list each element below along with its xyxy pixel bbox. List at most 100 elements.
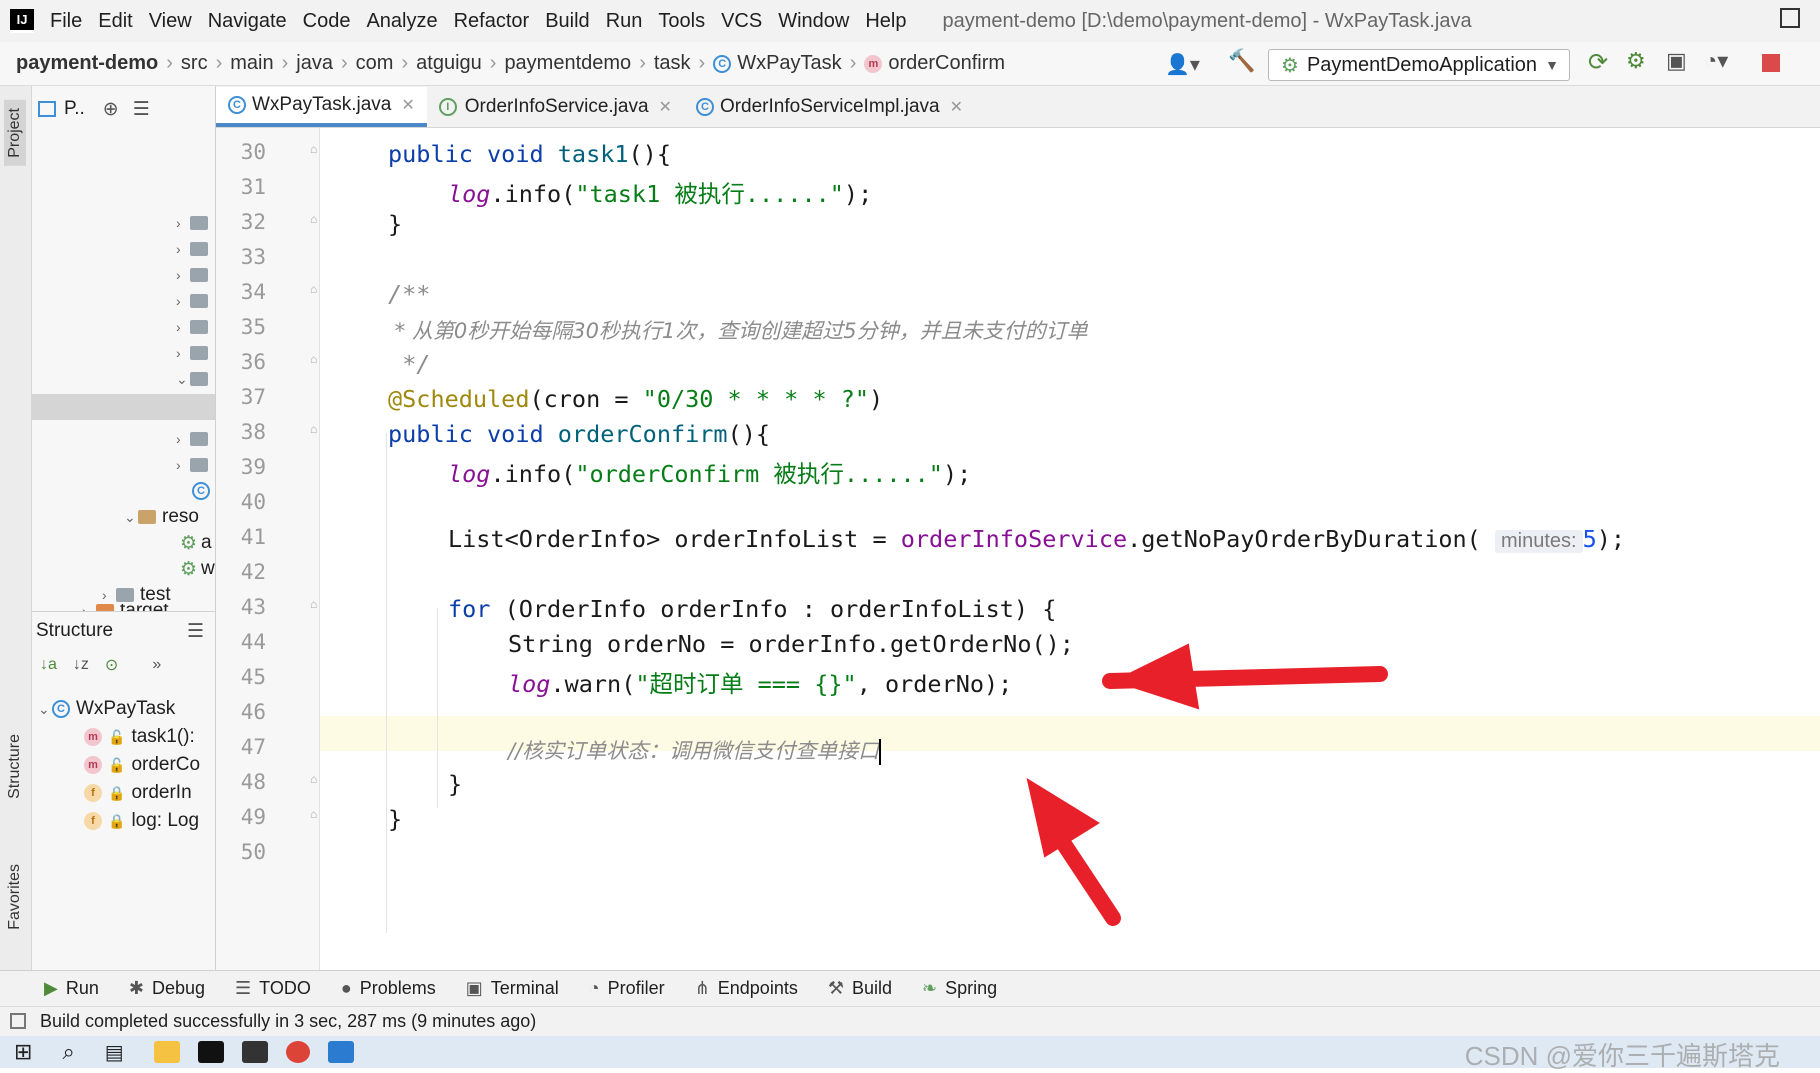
tree-row[interactable]: › xyxy=(176,262,214,288)
rerun-icon[interactable]: ⟳ xyxy=(1588,48,1608,77)
structure-member[interactable]: f 🔒 log: Log xyxy=(84,808,199,834)
status-toggle-icon[interactable] xyxy=(10,1013,26,1029)
menu-file[interactable]: File xyxy=(50,10,82,33)
collapse-all-icon[interactable]: ☰ xyxy=(133,98,150,121)
favorites-tool-tab[interactable]: Favorites xyxy=(4,856,26,938)
structure-member[interactable]: m 🔓 orderCo xyxy=(84,752,200,778)
selected-tree-row[interactable] xyxy=(32,394,215,420)
close-tab-icon[interactable]: ✕ xyxy=(659,97,672,117)
tree-row[interactable]: C xyxy=(192,478,215,504)
tree-row-target[interactable]: ›target xyxy=(82,604,169,611)
build-hammer-icon[interactable]: 🔨 xyxy=(1228,48,1255,74)
tree-row[interactable]: › xyxy=(176,288,214,314)
more-icon[interactable]: » xyxy=(152,656,161,674)
todo-tool-button[interactable]: ☰ TODO xyxy=(235,978,311,999)
tab-orderinfoservice[interactable]: I OrderInfoService.java ✕ xyxy=(427,87,684,127)
breadcrumb-atguigu[interactable]: atguigu xyxy=(416,52,482,75)
debug-icon[interactable]: ⚙ xyxy=(1626,48,1646,74)
project-view-icon[interactable] xyxy=(38,101,56,117)
menu-navigate[interactable]: Navigate xyxy=(208,10,287,33)
profiler-tool-button[interactable]: ◔ Profiler xyxy=(589,978,665,999)
tree-row-config-file[interactable]: ⚙ w xyxy=(180,556,215,582)
run-tool-button[interactable]: ▶ Run xyxy=(44,978,99,999)
fold-marker-icon[interactable]: ⌂ xyxy=(310,212,317,226)
breadcrumb-com[interactable]: com xyxy=(356,52,394,75)
menu-code[interactable]: Code xyxy=(303,10,351,33)
menu-refactor[interactable]: Refactor xyxy=(454,10,530,33)
breadcrumb-task[interactable]: task xyxy=(654,52,691,75)
tab-orderinfoserviceimpl[interactable]: C OrderInfoServiceImpl.java ✕ xyxy=(684,87,975,127)
maximize-window-icon[interactable] xyxy=(1780,8,1800,28)
spring-tool-button[interactable]: ❧ Spring xyxy=(922,978,997,999)
windows-start-icon[interactable]: ⊞ xyxy=(14,1039,32,1065)
fold-marker-icon[interactable]: ⌂ xyxy=(310,597,317,611)
line-number: 47 xyxy=(240,735,266,759)
menu-help[interactable]: Help xyxy=(865,10,906,33)
tree-row[interactable]: › xyxy=(176,236,214,262)
fold-marker-icon[interactable]: ⌂ xyxy=(310,142,317,156)
sort-alpha-icon[interactable]: ↓a xyxy=(40,656,57,674)
fold-marker-icon[interactable]: ⌂ xyxy=(310,422,317,436)
structure-toolbar: ↓a ↓z ⊙ » xyxy=(40,652,161,678)
structure-root[interactable]: ⌄ C WxPayTask xyxy=(38,696,175,722)
build-tool-button[interactable]: ⚒ Build xyxy=(828,978,892,999)
menu-vcs[interactable]: VCS xyxy=(721,10,762,33)
locate-icon[interactable]: ⊕ xyxy=(103,98,119,121)
menu-tools[interactable]: Tools xyxy=(658,10,705,33)
close-tab-icon[interactable]: ✕ xyxy=(401,95,414,115)
breadcrumb-main[interactable]: main xyxy=(230,52,273,75)
tab-wxpaytask[interactable]: C WxPayTask.java ✕ xyxy=(216,87,427,127)
search-icon[interactable]: ⌕ xyxy=(62,1039,74,1065)
project-tool-tab[interactable]: Project xyxy=(4,100,26,166)
debug-tool-button[interactable]: ✱ Debug xyxy=(129,978,205,999)
tree-row[interactable]: › xyxy=(176,314,214,340)
sort-visibility-icon[interactable]: ↓z xyxy=(73,656,89,674)
project-panel-title[interactable]: P.. xyxy=(64,98,85,120)
structure-options-icon[interactable]: ☰ xyxy=(187,620,204,643)
close-tab-icon[interactable]: ✕ xyxy=(950,97,963,117)
file-explorer-icon[interactable] xyxy=(153,1041,180,1063)
coverage-icon[interactable]: ▣ xyxy=(1666,48,1687,74)
tree-row-config-file[interactable]: ⚙ a xyxy=(180,530,212,556)
run-configuration-selector[interactable]: ⚙ PaymentDemoApplication ▼ xyxy=(1268,49,1570,81)
tree-row-resources[interactable]: ⌄ reso xyxy=(124,504,199,530)
intellij-taskbar-icon[interactable] xyxy=(197,1041,224,1063)
breadcrumb-src[interactable]: src xyxy=(181,52,208,75)
tree-row[interactable]: › xyxy=(176,340,214,366)
fold-marker-icon[interactable]: ⌂ xyxy=(310,352,317,366)
menu-analyze[interactable]: Analyze xyxy=(366,10,437,33)
stop-icon[interactable] xyxy=(1762,54,1780,72)
tree-row[interactable]: › xyxy=(176,452,214,478)
menu-build[interactable]: Build xyxy=(545,10,589,33)
chrome-icon[interactable] xyxy=(285,1041,310,1063)
menu-window[interactable]: Window xyxy=(778,10,849,33)
show-inherited-icon[interactable]: ⊙ xyxy=(105,655,118,675)
structure-panel: Structure ☰ ↓a ↓z ⊙ » ⌄ C WxPayTask m 🔓 task… xyxy=(32,611,216,971)
breadcrumb-method[interactable]: orderConfirm xyxy=(888,52,1005,75)
tree-row[interactable]: › xyxy=(176,210,214,236)
tree-row[interactable]: ⌄ xyxy=(176,366,214,392)
breadcrumb-paymentdemo[interactable]: paymentdemo xyxy=(504,52,631,75)
menu-edit[interactable]: Edit xyxy=(98,10,132,33)
terminal-tool-button[interactable]: ▣ Terminal xyxy=(466,978,559,999)
structure-tool-tab[interactable]: Structure xyxy=(4,726,26,807)
user-icon[interactable]: 👤▾ xyxy=(1165,52,1200,77)
problems-tool-button[interactable]: ● Problems xyxy=(341,978,436,999)
menu-run[interactable]: Run xyxy=(606,10,643,33)
tree-row[interactable]: › xyxy=(176,426,214,452)
profiler-icon[interactable]: ◔▾ xyxy=(1704,48,1728,74)
breadcrumb-java[interactable]: java xyxy=(296,52,333,75)
breadcrumb-class[interactable]: WxPayTask xyxy=(737,52,841,75)
fold-marker-icon[interactable]: ⌂ xyxy=(310,807,317,821)
endpoints-tool-button[interactable]: ⋔ Endpoints xyxy=(695,978,798,999)
cmd-icon[interactable] xyxy=(241,1041,268,1063)
menu-view[interactable]: View xyxy=(149,10,192,33)
fold-marker-icon[interactable]: ⌂ xyxy=(310,772,317,786)
breadcrumb-project[interactable]: payment-demo xyxy=(16,52,158,75)
structure-member[interactable]: m 🔓 task1(): xyxy=(84,724,195,750)
structure-member[interactable]: f 🔒 orderIn xyxy=(84,780,192,806)
code-editor[interactable]: public void task1(){ log.info("task1 被执行… xyxy=(320,128,1820,970)
vscode-icon[interactable] xyxy=(327,1041,354,1063)
fold-marker-icon[interactable]: ⌂ xyxy=(310,282,317,296)
task-view-icon[interactable]: ▤ xyxy=(105,1040,124,1065)
